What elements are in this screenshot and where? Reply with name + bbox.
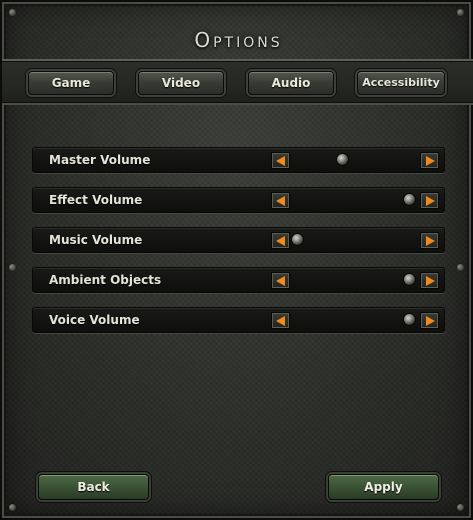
slider-knob[interactable] — [403, 313, 416, 326]
tab-accessibility[interactable]: Accessibility — [357, 71, 445, 95]
slider-row-master-volume: Master Volume — [32, 147, 445, 173]
slider-knob[interactable] — [335, 153, 349, 166]
rivet-icon — [457, 264, 464, 271]
slider-row-voice-volume: Voice Volume — [32, 307, 445, 333]
rivet-icon — [9, 504, 16, 511]
increase-button[interactable] — [420, 272, 439, 289]
decrease-button[interactable] — [271, 312, 290, 329]
slider-row-music-volume: Music Volume — [32, 227, 445, 253]
increase-button[interactable] — [420, 232, 439, 249]
arrow-left-icon — [276, 196, 285, 206]
rivet-icon — [9, 264, 16, 271]
tab-video[interactable]: Video — [138, 71, 224, 95]
tab-bar: Game Video Audio Accessibility — [2, 59, 473, 105]
slider-row-effect-volume: Effect Volume — [32, 187, 445, 213]
arrow-right-icon — [426, 236, 435, 246]
arrow-left-icon — [276, 276, 285, 286]
slider-label: Effect Volume — [49, 193, 143, 207]
window-title: Options — [194, 28, 283, 52]
increase-button[interactable] — [420, 192, 439, 209]
decrease-button[interactable] — [271, 192, 290, 209]
increase-button[interactable] — [420, 152, 439, 169]
slider-label: Music Volume — [49, 233, 143, 247]
rivet-icon — [457, 9, 464, 16]
options-window: Options Game Video Audio Accessibility M… — [0, 0, 473, 520]
decrease-button[interactable] — [271, 152, 290, 169]
tab-game[interactable]: Game — [28, 71, 114, 95]
arrow-left-icon — [276, 316, 285, 326]
slider-knob[interactable] — [403, 193, 416, 206]
slider-knob[interactable] — [403, 273, 416, 286]
tab-audio[interactable]: Audio — [248, 71, 334, 95]
slider-row-ambient-objects: Ambient Objects — [32, 267, 445, 293]
decrease-button[interactable] — [271, 272, 290, 289]
slider-label: Master Volume — [49, 153, 151, 167]
apply-button[interactable]: Apply — [328, 474, 439, 500]
arrow-right-icon — [426, 196, 435, 206]
decrease-button[interactable] — [271, 232, 290, 249]
increase-button[interactable] — [420, 312, 439, 329]
slider-knob[interactable] — [291, 233, 304, 246]
arrow-right-icon — [426, 156, 435, 166]
rivet-icon — [9, 9, 16, 16]
slider-label: Ambient Objects — [49, 273, 162, 287]
arrow-right-icon — [426, 276, 435, 286]
arrow-left-icon — [276, 156, 285, 166]
slider-label: Voice Volume — [49, 313, 140, 327]
arrow-left-icon — [276, 236, 285, 246]
rivet-icon — [457, 504, 464, 511]
back-button[interactable]: Back — [38, 474, 149, 500]
arrow-right-icon — [426, 316, 435, 326]
